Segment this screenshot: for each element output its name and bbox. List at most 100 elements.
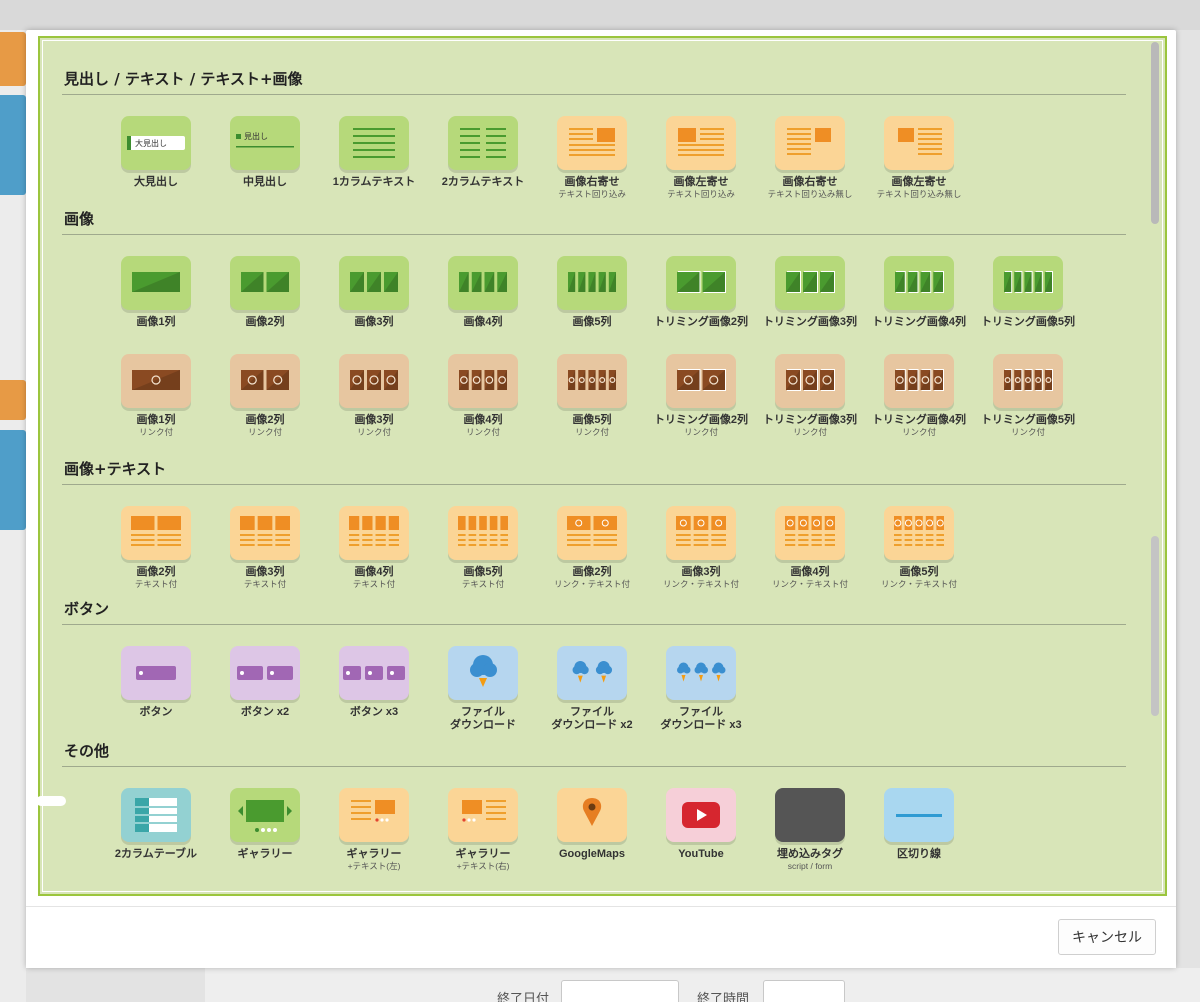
block-option-image-5col[interactable]: 画像5列	[538, 256, 646, 329]
block-option-label: 画像4列	[790, 566, 830, 578]
block-option-label: 中見出し	[243, 176, 287, 188]
image-link-text-2col-icon	[557, 506, 627, 560]
block-option-label: トリミング画像4列	[871, 316, 967, 328]
block-option-image-3col-link[interactable]: 画像3列 リンク付	[320, 354, 428, 437]
section-divider	[62, 766, 1126, 767]
cancel-button[interactable]: キャンセル	[1058, 919, 1156, 955]
block-option-label: ファイル	[679, 706, 723, 718]
block-option-label: 区切り線	[897, 848, 941, 860]
block-option-file-download[interactable]: ファイル ダウンロード	[429, 646, 537, 732]
section-title: ボタン	[64, 600, 110, 618]
block-option-button-x2[interactable]: ボタン x2	[211, 646, 319, 719]
block-option-label: 画像5列	[463, 566, 503, 578]
trim-image-3col-icon	[775, 256, 845, 310]
block-option-google-maps[interactable]: GoogleMaps	[538, 788, 646, 861]
block-option-label: 画像5列	[572, 316, 612, 328]
block-option-image-4col[interactable]: 画像4列	[429, 256, 537, 329]
scrollbar[interactable]	[1151, 42, 1159, 888]
section-divider	[62, 484, 1126, 485]
block-option-label: 画像2列	[245, 414, 285, 426]
block-option-trim-image-4col-link[interactable]: トリミング画像4列 リンク付	[865, 354, 973, 437]
block-option-large-heading[interactable]: 大見出し 大見出し	[102, 116, 210, 189]
image-text-2col-icon	[121, 506, 191, 560]
block-option-embed-tag[interactable]: 埋め込みタグ script / form	[756, 788, 864, 871]
block-option-image-4col-link[interactable]: 画像4列 リンク付	[429, 354, 537, 437]
block-option-label: 画像3列	[354, 316, 394, 328]
end-date-input[interactable]	[561, 980, 679, 1002]
block-option-image-left-wrap[interactable]: 画像左寄せ テキスト回り込み	[647, 116, 755, 199]
two-column-text-icon	[448, 116, 518, 170]
block-option-file-download-x2[interactable]: ファイル ダウンロード x2	[538, 646, 646, 732]
scrollbar-thumb-secondary	[1151, 536, 1159, 716]
block-option-trim-image-5col-link[interactable]: トリミング画像5列 リンク付	[974, 354, 1082, 437]
block-option-image-text-3col[interactable]: 画像3列 テキスト付	[211, 506, 319, 589]
block-option-label: 画像4列	[463, 316, 503, 328]
block-option-image-2col-link[interactable]: 画像2列 リンク付	[211, 354, 319, 437]
block-option-file-download-x3[interactable]: ファイル ダウンロード x3	[647, 646, 755, 732]
block-option-image-link-text-5col[interactable]: 画像5列 リンク・テキスト付	[865, 506, 973, 589]
block-option-button[interactable]: ボタン	[102, 646, 210, 719]
block-option-image-text-4col[interactable]: 画像4列 テキスト付	[320, 506, 428, 589]
block-option-trim-image-3col[interactable]: トリミング画像3列	[756, 256, 864, 329]
section-title: その他	[64, 742, 110, 760]
gallery-icon	[230, 788, 300, 842]
block-option-image-link-text-4col[interactable]: 画像4列 リンク・テキスト付	[756, 506, 864, 589]
block-option-sublabel: リンク付	[683, 427, 718, 437]
block-option-label: ファイル	[461, 706, 505, 718]
end-time-input[interactable]	[763, 980, 845, 1002]
block-option-label: ボタン x2	[240, 706, 290, 718]
block-option-image-3col[interactable]: 画像3列	[320, 256, 428, 329]
section-divider	[62, 234, 1126, 235]
block-option-gallery-text-right[interactable]: ギャラリー +テキスト(右)	[429, 788, 537, 871]
block-option-image-text-5col[interactable]: 画像5列 テキスト付	[429, 506, 537, 589]
block-option-trim-image-2col[interactable]: トリミング画像2列	[647, 256, 755, 329]
block-option-sublabel: リンク付	[1010, 427, 1045, 437]
block-option-image-text-2col[interactable]: 画像2列 テキスト付	[102, 506, 210, 589]
block-option-medium-heading[interactable]: 見出し 中見出し	[211, 116, 319, 189]
section-title: 画像+テキスト	[64, 460, 167, 478]
scrollbar-thumb[interactable]	[1151, 42, 1159, 224]
trim-image-2col-icon	[666, 256, 736, 310]
block-option-trim-image-3col-link[interactable]: トリミング画像3列 リンク付	[756, 354, 864, 437]
block-option-two-column-table[interactable]: 2カラムテーブル	[102, 788, 210, 861]
block-option-youtube[interactable]: YouTube	[647, 788, 755, 861]
block-option-gallery-text-left[interactable]: ギャラリー +テキスト(左)	[320, 788, 428, 871]
block-option-one-column-text[interactable]: 1カラムテキスト	[320, 116, 428, 189]
block-option-image-2col[interactable]: 画像2列	[211, 256, 319, 329]
image-link-text-5col-icon	[884, 506, 954, 560]
embed-tag-icon	[775, 788, 845, 842]
block-option-label: ボタン	[139, 706, 173, 718]
block-option-divider-line[interactable]: 区切り線	[865, 788, 973, 861]
block-option-image-1col-link[interactable]: 画像1列 リンク付	[102, 354, 210, 437]
block-option-image-right-nowrap[interactable]: 画像右寄せ テキスト回り込み無し	[756, 116, 864, 199]
block-option-trim-image-5col[interactable]: トリミング画像5列	[974, 256, 1082, 329]
trim-image-5col-icon	[993, 256, 1063, 310]
section-divider	[62, 94, 1126, 95]
block-option-gallery[interactable]: ギャラリー	[211, 788, 319, 861]
block-option-sublabel: リンク・テキスト付	[880, 579, 958, 589]
block-option-image-link-text-2col[interactable]: 画像2列 リンク・テキスト付	[538, 506, 646, 589]
modal-footer: キャンセル	[26, 906, 1176, 968]
block-option-trim-image-4col[interactable]: トリミング画像4列	[865, 256, 973, 329]
block-option-label: 1カラムテキスト	[332, 176, 416, 188]
background-form-row: 終了日付 終了時間	[205, 968, 1200, 1002]
block-option-button-x3[interactable]: ボタン x3	[320, 646, 428, 719]
block-option-image-link-text-3col[interactable]: 画像3列 リンク・テキスト付	[647, 506, 755, 589]
block-option-two-column-text[interactable]: 2カラムテキスト	[429, 116, 537, 189]
block-option-image-left-nowrap[interactable]: 画像左寄せ テキスト回り込み無し	[865, 116, 973, 199]
block-option-sublabel: テキスト回り込み無し	[876, 189, 962, 199]
block-option-image-1col[interactable]: 画像1列	[102, 256, 210, 329]
block-option-label: GoogleMaps	[558, 848, 625, 860]
trim-image-2col-link-icon	[666, 354, 736, 408]
block-option-sublabel: リンク付	[901, 427, 936, 437]
button-x3-icon	[339, 646, 409, 700]
block-option-trim-image-2col-link[interactable]: トリミング画像2列 リンク付	[647, 354, 755, 437]
block-option-label: 画像3列	[354, 414, 394, 426]
block-option-label: 画像3列	[681, 566, 721, 578]
block-option-image-5col-link[interactable]: 画像5列 リンク付	[538, 354, 646, 437]
image-4col-icon	[448, 256, 518, 310]
image-link-text-4col-icon	[775, 506, 845, 560]
image-right-nowrap-icon	[775, 116, 845, 170]
section-title: 見出し / テキスト / テキスト+画像	[64, 70, 303, 88]
block-option-image-right-wrap[interactable]: 画像右寄せ テキスト回り込み	[538, 116, 646, 199]
